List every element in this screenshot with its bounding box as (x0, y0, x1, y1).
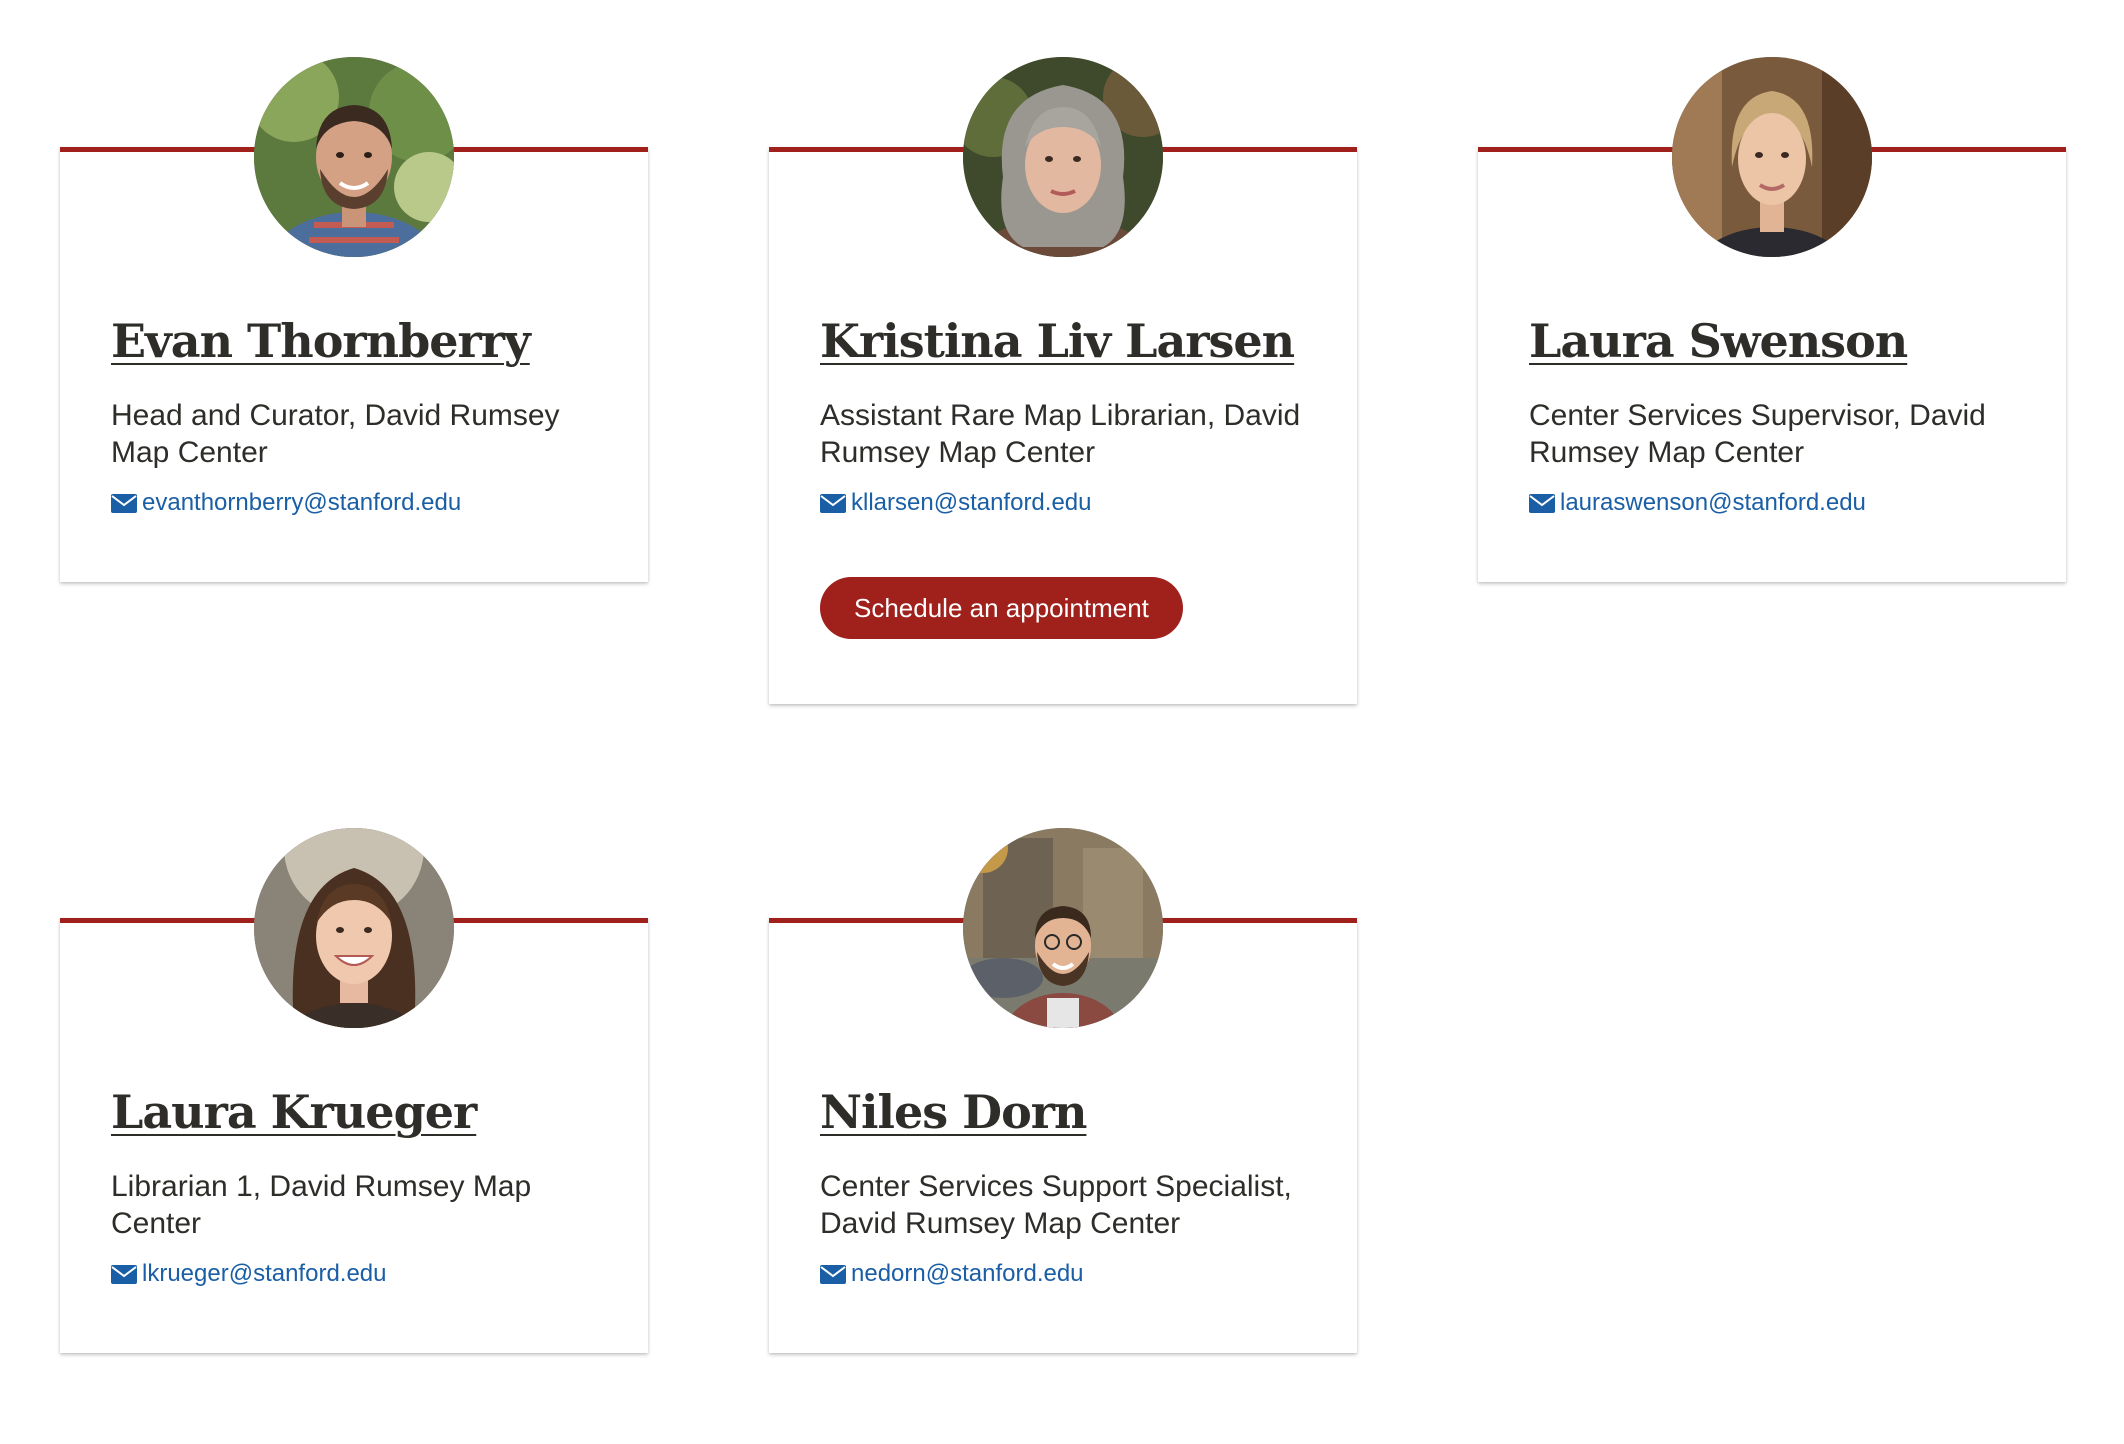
staff-email-link[interactable]: lkrueger@stanford.edu (111, 1259, 387, 1289)
envelope-icon (820, 1264, 846, 1284)
staff-name-link[interactable]: Evan Thornberry (111, 311, 531, 371)
envelope-icon (111, 1264, 137, 1284)
staff-email-text: lauraswenson@stanford.edu (1560, 489, 1866, 516)
staff-role: Center Services Support Specialist, Davi… (820, 1170, 1292, 1240)
staff-photo (254, 57, 454, 257)
staff-email-link[interactable]: nedorn@stanford.edu (820, 1259, 1084, 1289)
staff-email-link[interactable]: lauraswenson@stanford.edu (1529, 488, 1866, 518)
staff-card: Laura Swenson Center Services Supervisor… (1478, 57, 2066, 582)
staff-email-text: lkrueger@stanford.edu (142, 1260, 387, 1287)
staff-photo (963, 57, 1163, 257)
staff-email-text: evanthornberry@stanford.edu (142, 489, 462, 516)
staff-role: Assistant Rare Map Librarian, David Rums… (820, 399, 1301, 469)
staff-email-text: kllarsen@stanford.edu (851, 489, 1092, 516)
staff-name-link[interactable]: Niles Dorn (820, 1082, 1087, 1142)
staff-card: Evan Thornberry Head and Curator, David … (60, 57, 648, 582)
staff-card: Kristina Liv Larsen Assistant Rare Map L… (769, 57, 1357, 704)
staff-card: Niles Dorn Center Services Support Speci… (769, 828, 1357, 1353)
schedule-appointment-button[interactable]: Schedule an appointment (820, 577, 1183, 639)
staff-name-link[interactable]: Laura Krueger (111, 1082, 477, 1142)
staff-photo (254, 828, 454, 1028)
staff-email-text: nedorn@stanford.edu (851, 1260, 1084, 1287)
staff-role: Librarian 1, David Rumsey Map Center (111, 1170, 532, 1240)
staff-name-link[interactable]: Kristina Liv Larsen (820, 311, 1295, 371)
staff-name-link[interactable]: Laura Swenson (1529, 311, 1908, 371)
envelope-icon (111, 493, 137, 513)
staff-photo (1672, 57, 1872, 257)
staff-card: Laura Krueger Librarian 1, David Rumsey … (60, 828, 648, 1353)
envelope-icon (1529, 493, 1555, 513)
envelope-icon (820, 493, 846, 513)
staff-email-link[interactable]: kllarsen@stanford.edu (820, 488, 1092, 518)
staff-role: Center Services Supervisor, David Rumsey… (1529, 399, 1986, 469)
staff-email-link[interactable]: evanthornberry@stanford.edu (111, 488, 461, 518)
staff-role: Head and Curator, David Rumsey Map Cente… (111, 399, 560, 469)
staff-photo (963, 828, 1163, 1028)
